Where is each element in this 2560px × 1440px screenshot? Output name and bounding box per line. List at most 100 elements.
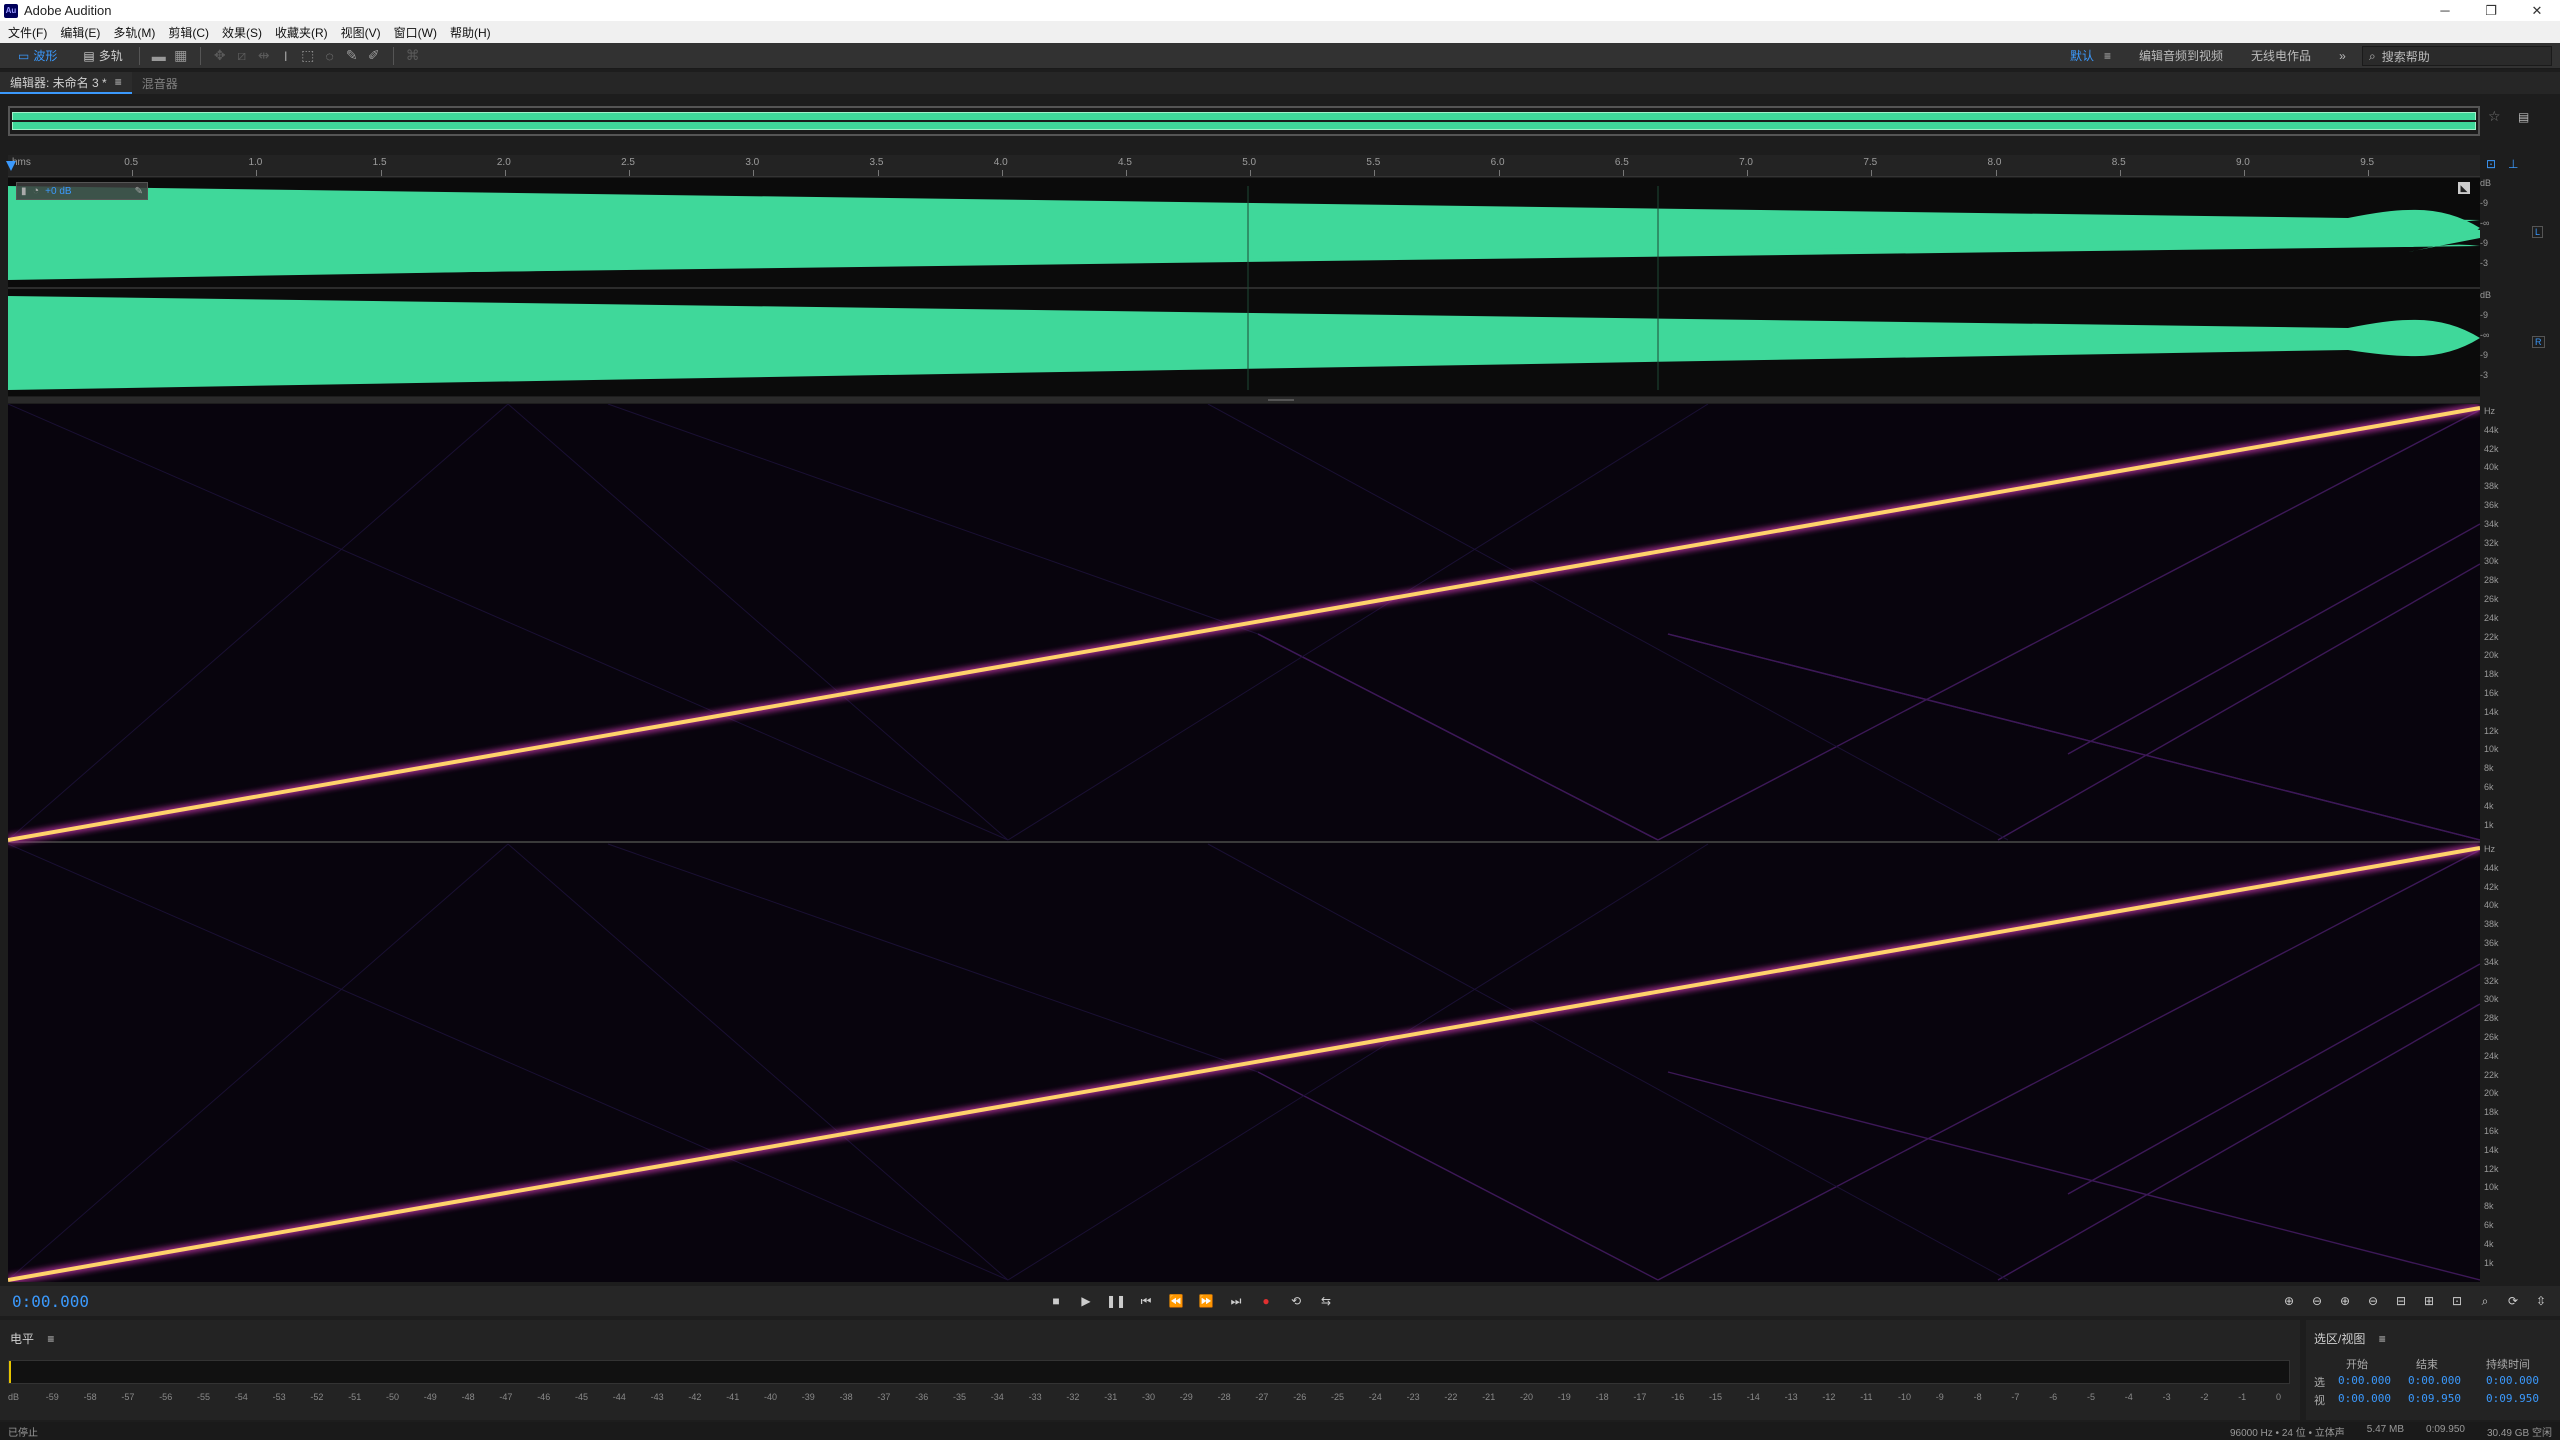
menu-help[interactable]: 帮助(H) [446, 24, 500, 41]
alias-lines-bottom [1257, 849, 2481, 1281]
minimize-icon[interactable]: ─ [2422, 0, 2468, 21]
hud-gain-control[interactable]: ▮ ◔ +0 dB ✎ [16, 182, 148, 200]
playhead-marker-icon[interactable] [6, 161, 16, 171]
menu-window[interactable]: 窗口(W) [390, 24, 446, 41]
spectral-display-icon[interactable]: ▦ [170, 46, 192, 66]
menu-edit[interactable]: 编辑(E) [56, 24, 109, 41]
workspace-menu-icon[interactable]: ≡ [2104, 49, 2111, 63]
spot-healing-tool-icon[interactable]: ✐ [363, 46, 385, 66]
close-icon[interactable]: ✕ [2514, 0, 2560, 21]
rewind-icon[interactable]: ⏪ [1165, 1292, 1187, 1310]
scale-label: 44k [2484, 424, 2499, 435]
current-time-display[interactable]: 0:00.000 [12, 1292, 89, 1311]
zoom-reset-icon[interactable]: ⟳ [2502, 1292, 2524, 1310]
marquee-tool-icon[interactable]: ⬚ [297, 46, 319, 66]
selection-end[interactable]: 0:00.000 [2408, 1374, 2461, 1387]
workspace-radio[interactable]: 无线电作品 [2251, 47, 2311, 64]
hud-pin-icon[interactable]: ✎ [135, 186, 143, 197]
panel-menu-icon[interactable]: ≡ [2379, 1332, 2386, 1346]
meter-scale-label: -44 [612, 1392, 626, 1402]
panel-menu-icon[interactable]: ≡ [115, 75, 122, 89]
brush-tool-icon[interactable]: ✎ [341, 46, 363, 66]
pause-icon[interactable]: ❚❚ [1105, 1292, 1127, 1310]
ruler-tick-mark [1250, 170, 1252, 176]
zoom-out-full-icon[interactable]: ⊟ [2390, 1292, 2412, 1310]
menu-clip[interactable]: 剪辑(C) [164, 24, 218, 41]
waveform-display-icon[interactable]: ▬ [148, 46, 170, 66]
waveform-display[interactable]: ▮ ◔ +0 dB ✎ ◣ [8, 178, 2480, 396]
fade-handle-icon[interactable]: ◣ [2458, 182, 2470, 194]
selection-start[interactable]: 0:00.000 [2338, 1374, 2391, 1387]
channel-label-right[interactable]: R [2532, 336, 2545, 348]
ruler-tick-mark [877, 170, 879, 176]
panel-menu-icon[interactable]: ≡ [47, 1332, 54, 1346]
zoom-fit-vertical-icon[interactable]: ⇳ [2530, 1292, 2552, 1310]
meter-scale-label: -1 [2238, 1392, 2247, 1402]
time-selection-tool-icon[interactable]: I [275, 46, 297, 66]
menu-multitrack[interactable]: 多轨(M) [109, 24, 164, 41]
help-search-input[interactable]: 搜索帮助 [2382, 48, 2430, 65]
zoom-out-time-icon[interactable]: ⊖ [2362, 1292, 2384, 1310]
stop-icon[interactable]: ■ [1045, 1292, 1067, 1310]
selection-view-panel: 选区/视图 ≡ 开始 结束 持续时间 选 视 0:00.000 0:00.000… [2306, 1320, 2560, 1420]
zoom-out-amplitude-icon[interactable]: ⊖ [2306, 1292, 2328, 1310]
status-state: 已停止 [8, 1427, 38, 1439]
panel-splitter[interactable] [8, 397, 2480, 403]
waveform-tab[interactable]: ▭ 波形 [10, 46, 65, 66]
restore-icon[interactable]: ❐ [2468, 0, 2514, 21]
menu-file[interactable]: 文件(F) [4, 24, 56, 41]
slip-tool-icon[interactable]: ⇹ [253, 46, 275, 66]
move-tool-icon[interactable]: ✥ [209, 46, 231, 66]
zoom-fit-icon[interactable]: ⊡ [2486, 157, 2496, 171]
overview-navigator[interactable] [8, 106, 2480, 136]
scale-label: 26k [2484, 594, 2499, 604]
time-ruler[interactable]: hms 0.5 1.0 1.5 2.0 2.5 3.0 3.5 4.0 4.5 5.0 5.5 6.0… [6, 155, 2480, 177]
fast-forward-icon[interactable]: ⏩ [1195, 1292, 1217, 1310]
pin-icon[interactable]: ⊥ [2508, 157, 2518, 171]
help-search[interactable]: ⌕ 搜索帮助 [2362, 46, 2552, 66]
zoom-selection-icon[interactable]: ⌕ [2474, 1292, 2496, 1310]
meter-scale-label: -54 [234, 1392, 248, 1402]
editor-panel-tabs: 编辑器: 未命名 3 * ≡ 混音器 [0, 72, 2560, 94]
go-to-start-icon[interactable]: ⏮ [1135, 1292, 1157, 1310]
channel-label-left[interactable]: L [2532, 226, 2544, 238]
meter-scale-label: -41 [726, 1392, 740, 1402]
tab-editor[interactable]: 编辑器: 未命名 3 * ≡ [0, 72, 132, 94]
workspace-default[interactable]: 默认 [2070, 47, 2094, 64]
scale-label: 38k [2484, 481, 2499, 492]
multitrack-tab[interactable]: ▤ 多轨 [75, 46, 130, 66]
record-icon[interactable]: ● [1255, 1292, 1277, 1310]
workspace-more-icon[interactable]: » [2339, 49, 2346, 63]
go-to-end-icon[interactable]: ⏭ [1225, 1292, 1247, 1310]
snap-icon[interactable]: ⌘ [402, 46, 424, 66]
zoom-in-selection-icon[interactable]: ⊡ [2446, 1292, 2468, 1310]
view-end[interactable]: 0:09.950 [2408, 1392, 2461, 1405]
play-icon[interactable]: ▶ [1075, 1292, 1097, 1310]
meter-scale-label: -57 [121, 1392, 135, 1402]
loop-icon[interactable]: ⟲ [1285, 1292, 1307, 1310]
ruler-tick-label: 8.5 [2111, 157, 2126, 168]
meter-scale-label: -19 [1557, 1392, 1571, 1402]
spectral-display[interactable] [7, 403, 2481, 1285]
razor-tool-icon[interactable]: ⧄ [231, 46, 253, 66]
workspace-edit-video[interactable]: 编辑音频到视频 [2139, 47, 2223, 64]
menu-favorites[interactable]: 收藏夹(R) [271, 24, 337, 41]
gain-knob-icon[interactable]: ◔ [33, 185, 40, 197]
view-start[interactable]: 0:00.000 [2338, 1392, 2391, 1405]
menu-effects[interactable]: 效果(S) [218, 24, 271, 41]
skip-selection-icon[interactable]: ⇆ [1315, 1292, 1337, 1310]
tab-mixer[interactable]: 混音器 [132, 72, 188, 94]
zoom-in-amplitude-icon[interactable]: ⊕ [2278, 1292, 2300, 1310]
selection-duration[interactable]: 0:00.000 [2486, 1374, 2539, 1387]
zoom-lock-icon[interactable]: ☆ [2488, 108, 2501, 125]
ruler-tick-label: 2.0 [496, 157, 511, 168]
hud-gain-value[interactable]: +0 dB [45, 186, 71, 197]
zoom-in-time-icon[interactable]: ⊕ [2334, 1292, 2356, 1310]
lasso-tool-icon[interactable]: ◌ [319, 46, 341, 66]
view-options-icon[interactable]: ▤ [2518, 110, 2529, 124]
menu-view[interactable]: 视图(V) [337, 24, 390, 41]
view-duration[interactable]: 0:09.950 [2486, 1392, 2539, 1405]
ruler-tick-mark [256, 170, 258, 176]
zoom-in-playhead-icon[interactable]: ⊞ [2418, 1292, 2440, 1310]
meter-scale-label: -51 [348, 1392, 362, 1402]
